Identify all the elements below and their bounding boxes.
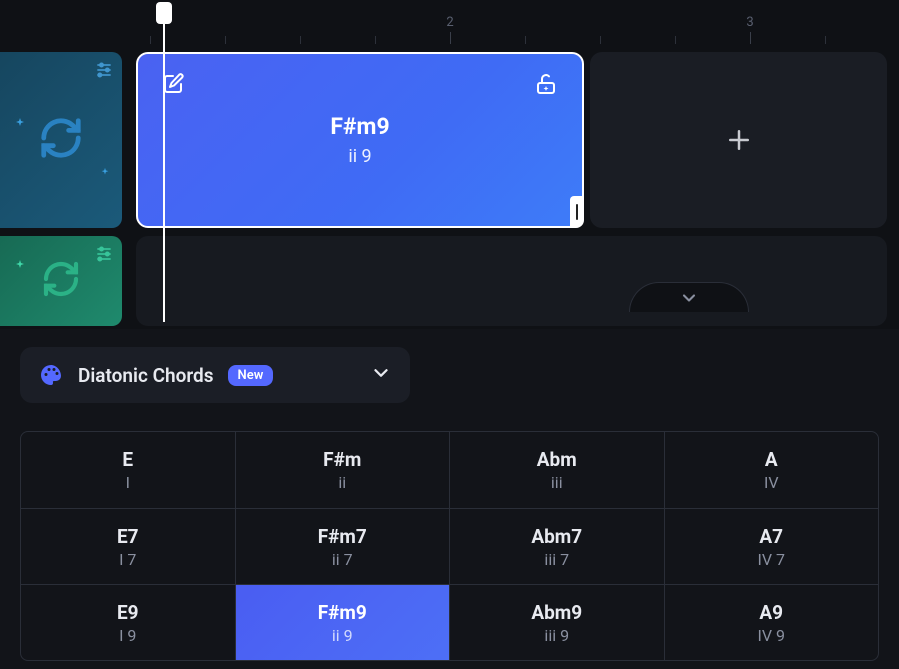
playhead-line [163, 22, 165, 322]
playhead-handle[interactable] [156, 2, 172, 24]
chord-cell[interactable]: E9I 9 [21, 585, 235, 660]
chord-cell[interactable]: A7 IV 7 [664, 509, 879, 584]
chord-cell[interactable]: EI [21, 432, 235, 508]
chord-cell-degree: IV 7 [758, 550, 786, 569]
empty-slot[interactable] [136, 236, 887, 326]
chord-cell-degree: ii [338, 473, 346, 492]
chord-cell-degree: IV 9 [758, 626, 786, 645]
chord-cell[interactable]: Abm9 iii 9 [449, 585, 664, 660]
chord-cell-degree: I [126, 473, 130, 492]
chord-cell-name: Abm9 [531, 601, 582, 624]
track-header-melody[interactable] [0, 236, 122, 326]
sliders-icon[interactable] [94, 244, 114, 268]
unlock-sparkle-icon[interactable] [534, 72, 558, 100]
swap-icon[interactable] [41, 259, 81, 303]
chord-cell-name: F#m9 [318, 601, 367, 624]
swap-icon[interactable] [38, 115, 84, 165]
chord-name: F#m9 [330, 113, 389, 140]
chord-degree: ii 9 [348, 146, 371, 167]
chord-cell-name: E9 [117, 601, 139, 624]
expand-panel-notch[interactable] [629, 282, 749, 312]
chord-cell[interactable]: E7I 7 [21, 509, 235, 584]
chord-cell[interactable]: A IV [664, 432, 879, 508]
chord-cell-degree: ii 7 [332, 550, 353, 569]
chevron-down-icon [679, 288, 699, 308]
chord-picker-panel: Diatonic Chords New EIF#miiAbmiiiAIVE7I … [0, 329, 899, 669]
chord-cell-degree: iii [551, 473, 563, 492]
chord-cell-degree: iii 7 [544, 550, 569, 569]
chord-cell[interactable]: Abm7 iii 7 [449, 509, 664, 584]
sparkle-icon [100, 162, 110, 181]
chord-grid: EIF#miiAbmiiiAIVE7I 7F#m7ii 7Abm7iii 7A7… [20, 431, 879, 661]
sparkle-icon [14, 114, 26, 133]
chord-cell-name: Abm [537, 448, 577, 471]
resize-handle[interactable] [570, 196, 584, 228]
plus-icon [724, 125, 754, 155]
add-chord-slot[interactable] [590, 52, 887, 228]
chord-cell-degree: iii 9 [544, 626, 569, 645]
chord-cell[interactable]: F#m ii [235, 432, 450, 508]
sliders-icon[interactable] [94, 60, 114, 84]
chord-block-selected[interactable]: F#m9 ii 9 [136, 52, 584, 228]
ruler-marker: 3 [746, 15, 753, 30]
chevron-down-icon [370, 362, 392, 388]
chord-cell[interactable]: Abm iii [449, 432, 664, 508]
edit-icon[interactable] [162, 72, 186, 100]
panel-title: Diatonic Chords [78, 364, 214, 387]
palette-icon [38, 362, 64, 388]
chord-cell-name: E7 [117, 525, 139, 548]
chord-cell-degree: I 7 [119, 550, 136, 569]
chord-cell-degree: ii 9 [332, 626, 353, 645]
new-badge: New [228, 365, 274, 386]
chord-cell-name: A9 [759, 601, 783, 624]
chord-mode-selector[interactable]: Diatonic Chords New [20, 347, 410, 403]
chord-cell-degree: I 9 [119, 626, 136, 645]
track-header-chords[interactable] [0, 52, 122, 228]
sparkle-icon [14, 256, 26, 275]
chord-cell-degree: IV [764, 473, 779, 492]
timeline-ruler[interactable]: 2 3 [0, 0, 899, 44]
chord-cell-name: Abm7 [531, 525, 582, 548]
chord-cell-name: F#m7 [318, 525, 367, 548]
chord-cell-name: F#m [323, 448, 361, 471]
chord-cell-name: E [122, 448, 133, 471]
chord-cell-name: A7 [759, 525, 783, 548]
chord-cell[interactable]: F#m7 ii 7 [235, 509, 450, 584]
chord-cell[interactable]: F#m9 ii 9 [235, 585, 450, 660]
ruler-marker: 2 [446, 15, 453, 30]
chord-cell-name: A [765, 448, 778, 471]
chord-cell[interactable]: A9 IV 9 [664, 585, 879, 660]
